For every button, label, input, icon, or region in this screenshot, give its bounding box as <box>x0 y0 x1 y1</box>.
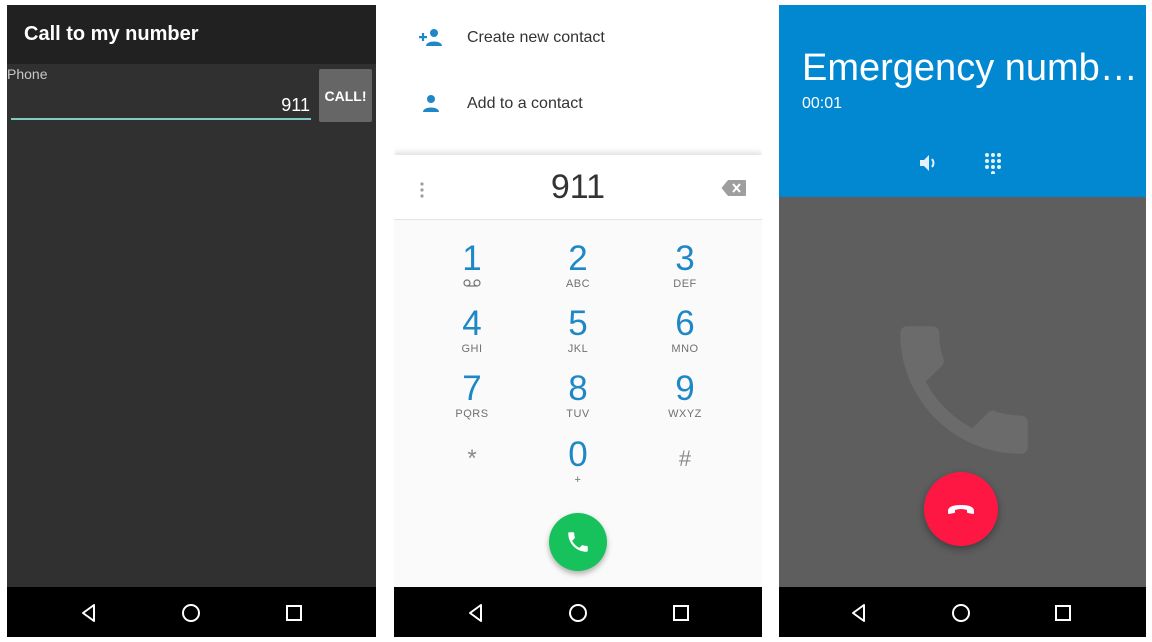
dial-call-button[interactable] <box>549 513 607 571</box>
home-icon[interactable] <box>567 602 589 624</box>
back-icon[interactable] <box>78 602 100 624</box>
key-digit: 1 <box>462 239 482 278</box>
person-icon <box>423 95 439 112</box>
backspace-icon[interactable] <box>721 179 747 197</box>
key-digit: 3 <box>675 239 695 278</box>
key-digit: 7 <box>462 369 482 408</box>
key-letters: JKL <box>567 343 589 355</box>
end-call-button[interactable] <box>924 472 998 546</box>
key-letters: PQRS <box>455 408 489 420</box>
voicemail-icon <box>463 279 481 287</box>
speaker-icon[interactable] <box>919 153 941 173</box>
call-app-screen: Call to my number Phone 911 CALL! <box>7 5 376 637</box>
key-star[interactable]: * <box>432 441 512 477</box>
add-to-contact-label: Add to a contact <box>467 95 583 112</box>
nav-bar <box>7 587 376 637</box>
nav-bar <box>779 587 1146 637</box>
key-letters: MNO <box>671 343 699 355</box>
key-0[interactable]: 0 + <box>538 437 618 487</box>
key-digit: 0 <box>568 435 588 474</box>
key-letters: GHI <box>461 343 483 355</box>
add-to-contact-item[interactable]: Add to a contact <box>394 75 762 131</box>
key-9[interactable]: 9 WXYZ <box>645 371 725 421</box>
back-icon[interactable] <box>465 602 487 624</box>
key-6[interactable]: 6 MNO <box>645 306 725 356</box>
key-digit: 2 <box>568 239 588 278</box>
key-letters: WXYZ <box>668 408 702 420</box>
app-title: Call to my number <box>24 23 199 45</box>
key-digit: 9 <box>675 369 695 408</box>
phone-field-label: Phone <box>7 66 48 82</box>
phone-icon <box>568 532 588 552</box>
key-4[interactable]: 4 GHI <box>432 306 512 356</box>
call-button[interactable]: CALL! <box>319 69 372 122</box>
call-header: Emergency numb… 00:01 <box>779 5 1146 197</box>
call-background-phone-icon <box>900 326 1028 454</box>
contact-options-menu: Create new contact Add to a contact <box>394 5 762 155</box>
key-2[interactable]: 2 ABC <box>538 241 618 291</box>
call-timer: 00:01 <box>802 95 843 112</box>
key-digit: 4 <box>462 304 482 343</box>
nav-bar <box>394 587 762 637</box>
key-3[interactable]: 3 DEF <box>645 241 725 291</box>
phone-input[interactable]: 911 <box>281 95 310 116</box>
key-digit: 6 <box>675 304 695 343</box>
key-letters: TUV <box>566 408 590 420</box>
dialed-digits[interactable]: 911 <box>394 168 762 207</box>
key-digit: * <box>467 445 477 472</box>
key-letters: ABC <box>565 278 591 290</box>
key-8[interactable]: 8 TUV <box>538 371 618 421</box>
app-bar: Call to my number <box>7 5 376 64</box>
dialpad-icon[interactable] <box>984 152 1002 174</box>
home-icon[interactable] <box>180 602 202 624</box>
phone-input-underline <box>11 118 311 120</box>
contact-name: Emergency numb… <box>802 47 1138 89</box>
key-digit: 5 <box>568 304 588 343</box>
back-icon[interactable] <box>848 602 870 624</box>
recents-icon[interactable] <box>283 602 305 624</box>
create-new-contact-label: Create new contact <box>467 29 605 46</box>
key-letters: DEF <box>673 278 697 290</box>
key-7[interactable]: 7 PQRS <box>432 371 512 421</box>
key-5[interactable]: 5 JKL <box>538 306 618 356</box>
key-digit: 8 <box>568 369 588 408</box>
key-letters: + <box>574 474 582 486</box>
recents-icon[interactable] <box>670 602 692 624</box>
key-hash[interactable]: # <box>645 441 725 477</box>
dialer-screen: Create new contact Add to a contact 911 … <box>394 5 762 637</box>
key-digit: # <box>678 446 692 471</box>
recents-icon[interactable] <box>1052 602 1074 624</box>
add-person-icon <box>419 29 442 46</box>
create-new-contact-item[interactable]: Create new contact <box>394 9 762 65</box>
key-1[interactable]: 1 <box>432 241 512 291</box>
in-call-screen: Emergency numb… 00:01 <box>779 5 1146 637</box>
home-icon[interactable] <box>950 602 972 624</box>
hang-up-icon <box>948 505 974 514</box>
